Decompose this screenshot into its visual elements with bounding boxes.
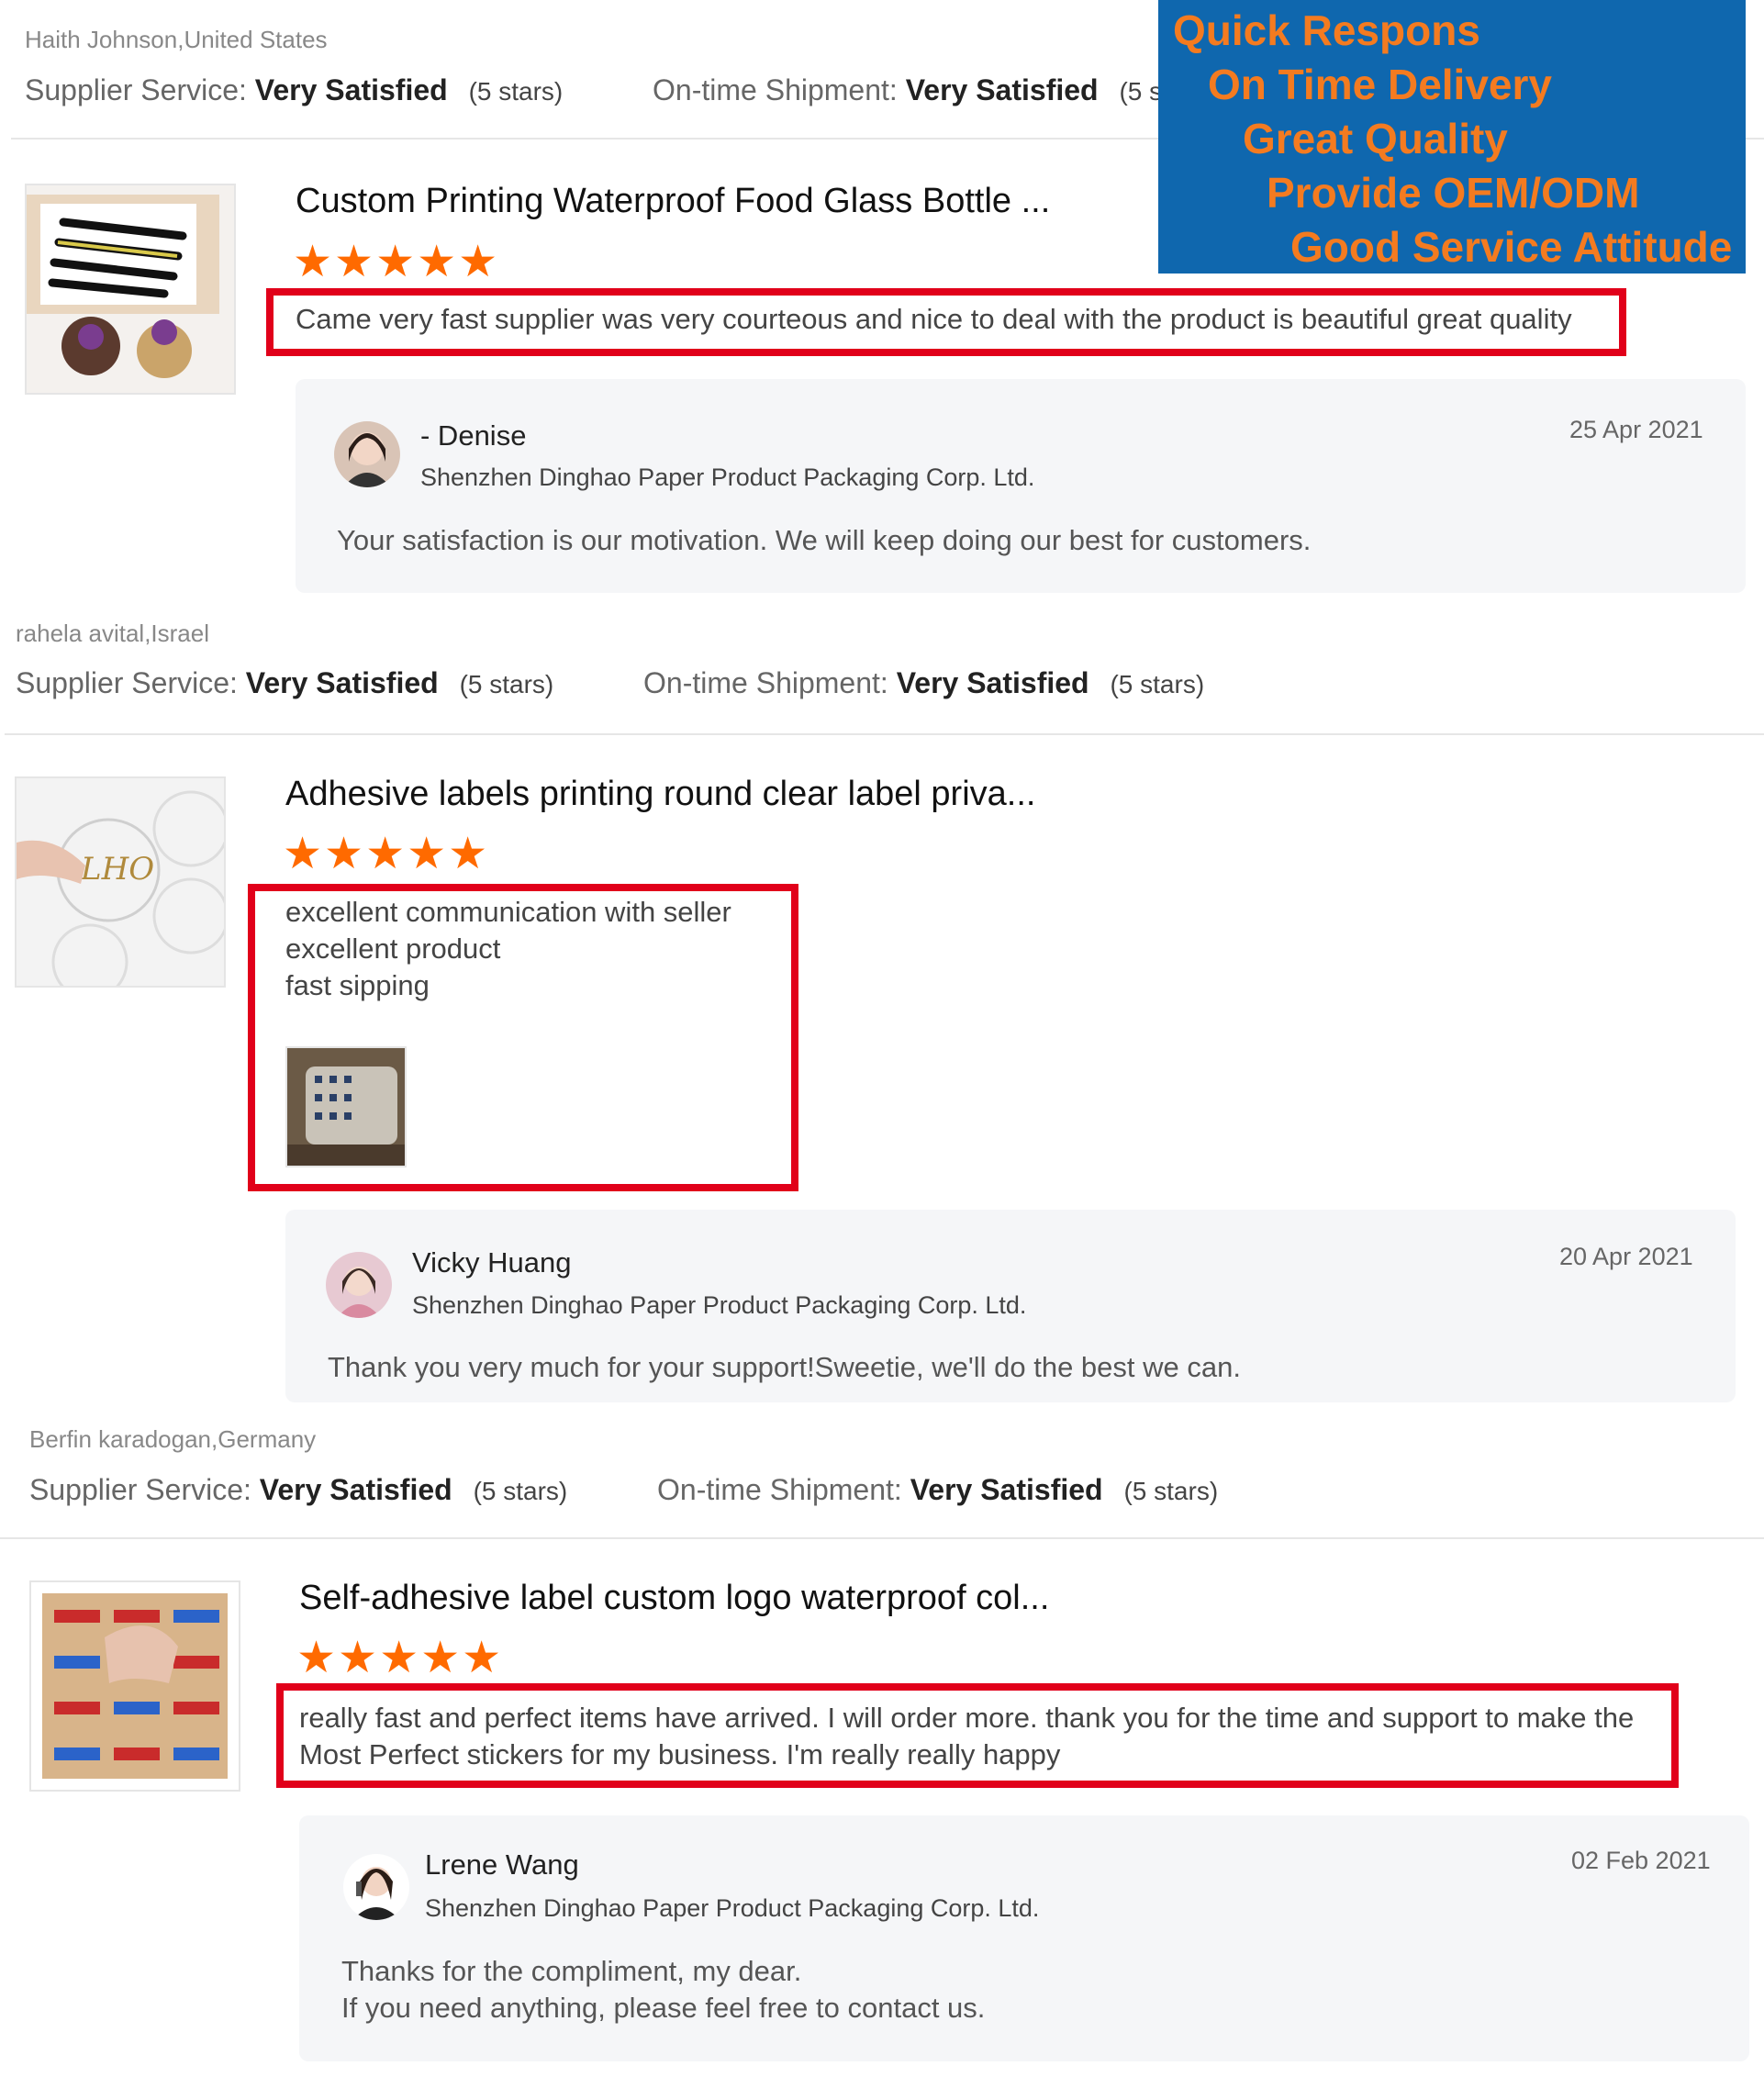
supplier-service-label: Supplier Service:: [25, 73, 247, 106]
supplier-service-stars: (5 stars): [468, 77, 564, 106]
supplier-reply: Vicky Huang Shenzhen Dinghao Paper Produ…: [285, 1210, 1736, 1402]
supplier-reply: - Denise Shenzhen Dinghao Paper Product …: [296, 379, 1746, 593]
reply-date: 02 Feb 2021: [1571, 1847, 1711, 1874]
supplier-service-stars: (5 stars): [459, 670, 554, 698]
promo-line: Great Quality: [1243, 115, 1508, 162]
buyer-name: Haith Johnson,United States: [25, 26, 328, 53]
star-rating: ★★★★★: [293, 238, 500, 286]
avatar: [343, 1854, 409, 1920]
reply-text: Your satisfaction is our motivation. We …: [337, 524, 1312, 556]
reply-text: Thank you very much for your support!Swe…: [328, 1351, 1241, 1383]
reply-company: Shenzhen Dinghao Paper Product Packaging…: [420, 463, 1035, 491]
supplier-service-label: Supplier Service:: [29, 1473, 251, 1506]
reply-company: Shenzhen Dinghao Paper Product Packaging…: [412, 1291, 1027, 1319]
product-thumbnail[interactable]: LHO: [15, 776, 226, 988]
product-image: [27, 185, 234, 393]
product-image: [31, 1582, 239, 1790]
svg-text:LHO: LHO: [80, 851, 154, 888]
promo-line: Quick Respons: [1173, 6, 1480, 54]
avatar: [334, 421, 400, 487]
product-title[interactable]: Adhesive labels printing round clear lab…: [285, 775, 1035, 814]
rating-summary: Supplier Service: Very Satisfied (5 star…: [16, 666, 1204, 700]
reply-author: - Denise: [420, 419, 527, 452]
product-image: LHO: [17, 778, 224, 986]
review-line: excellent product: [285, 932, 501, 965]
divider: [0, 1537, 1764, 1539]
supplier-service-value: Very Satisfied: [254, 73, 448, 106]
supplier-service-value: Very Satisfied: [259, 1473, 452, 1506]
rating-summary: Supplier Service: Very Satisfied (5 star…: [25, 73, 1213, 107]
supplier-service-label: Supplier Service:: [16, 666, 238, 699]
promo-line: Good Service Attitude: [1290, 223, 1733, 271]
shipment-label: On-time Shipment:: [657, 1473, 902, 1506]
rating-summary: Supplier Service: Very Satisfied (5 star…: [29, 1473, 1218, 1507]
review-text: really fast and perfect items have arriv…: [299, 1700, 1634, 1773]
product-title[interactable]: Custom Printing Waterproof Food Glass Bo…: [296, 182, 1050, 221]
shipment-value: Very Satisfied: [910, 1473, 1103, 1506]
divider: [5, 733, 1764, 735]
buyer-name: rahela avital,Israel: [16, 620, 209, 647]
promo-line: Provide OEM/ODM: [1267, 169, 1640, 217]
shipment-label: On-time Shipment:: [653, 73, 898, 106]
review-line: really fast and perfect items have arriv…: [299, 1702, 1635, 1734]
reply-date: 25 Apr 2021: [1569, 416, 1703, 443]
reply-date: 20 Apr 2021: [1559, 1243, 1693, 1270]
review-photo-image: [287, 1048, 405, 1166]
reply-line: Thanks for the compliment, my dear.: [341, 1955, 802, 1987]
shipment-stars: (5 stars): [1123, 1477, 1219, 1505]
star-rating: ★★★★★: [296, 1634, 504, 1682]
star-rating: ★★★★★: [283, 830, 490, 878]
reply-author: Vicky Huang: [412, 1246, 572, 1279]
avatar: [326, 1252, 392, 1318]
supplier-service-stars: (5 stars): [473, 1477, 568, 1505]
review-text: Came very fast supplier was very courteo…: [296, 303, 1572, 335]
product-thumbnail[interactable]: [25, 184, 236, 395]
review-photo[interactable]: [285, 1046, 407, 1167]
supplier-service-value: Very Satisfied: [245, 666, 439, 699]
buyer-name: Berfin karadogan,Germany: [29, 1425, 317, 1453]
supplier-reply: Lrene Wang Shenzhen Dinghao Paper Produc…: [299, 1815, 1749, 2061]
promo-line: On Time Delivery: [1208, 61, 1552, 108]
shipment-value: Very Satisfied: [905, 73, 1099, 106]
shipment-stars: (5 stars): [1110, 670, 1205, 698]
reply-author: Lrene Wang: [425, 1848, 579, 1881]
reply-company: Shenzhen Dinghao Paper Product Packaging…: [425, 1894, 1040, 1922]
reply-line: If you need anything, please feel free t…: [341, 1992, 986, 2024]
shipment-value: Very Satisfied: [896, 666, 1089, 699]
reply-text: Thanks for the compliment, my dear. If y…: [341, 1953, 985, 2027]
product-title[interactable]: Self-adhesive label custom logo waterpro…: [299, 1579, 1049, 1618]
product-thumbnail[interactable]: [29, 1580, 240, 1792]
shipment-label: On-time Shipment:: [643, 666, 888, 699]
review-text: excellent communication with seller exce…: [285, 894, 731, 1004]
review-line: fast sipping: [285, 969, 430, 1001]
promo-banner: Quick Respons On Time Delivery Great Qua…: [1158, 0, 1746, 274]
review-line: Most Perfect stickers for my business. I…: [299, 1738, 1061, 1770]
review-line: excellent communication with seller: [285, 896, 731, 928]
